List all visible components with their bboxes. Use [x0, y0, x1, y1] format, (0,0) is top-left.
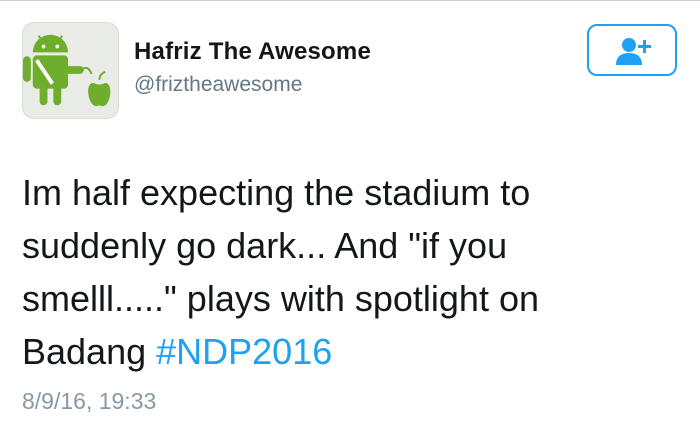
hashtag-link[interactable]: #NDP2016: [156, 331, 332, 372]
display-name[interactable]: Hafriz The Awesome: [134, 38, 371, 66]
add-user-icon: [616, 38, 651, 65]
tweet-text-line: Im half expecting the stadium to: [22, 172, 531, 213]
divider: [0, 0, 700, 1]
tweet-text-line: suddenly go dark... And "if you: [22, 225, 508, 266]
user-handle[interactable]: @friztheawesome: [134, 73, 302, 97]
tweet-timestamp[interactable]: 8/9/16, 19:33: [22, 388, 156, 415]
tweet-text: Im half expecting the stadium to suddenl…: [22, 166, 642, 378]
tweet-text-line: Badang #NDP2016: [22, 325, 642, 378]
tweet-text-line: smelll....." plays with spotlight on: [22, 278, 539, 319]
tweet-card: Hafriz The Awesome @friztheawesome Im ha…: [0, 0, 700, 431]
follow-button[interactable]: [587, 24, 677, 76]
avatar[interactable]: [22, 22, 119, 119]
tweet-text-fragment: Badang: [22, 331, 157, 372]
android-and-apple-avatar-icon: [23, 23, 118, 118]
